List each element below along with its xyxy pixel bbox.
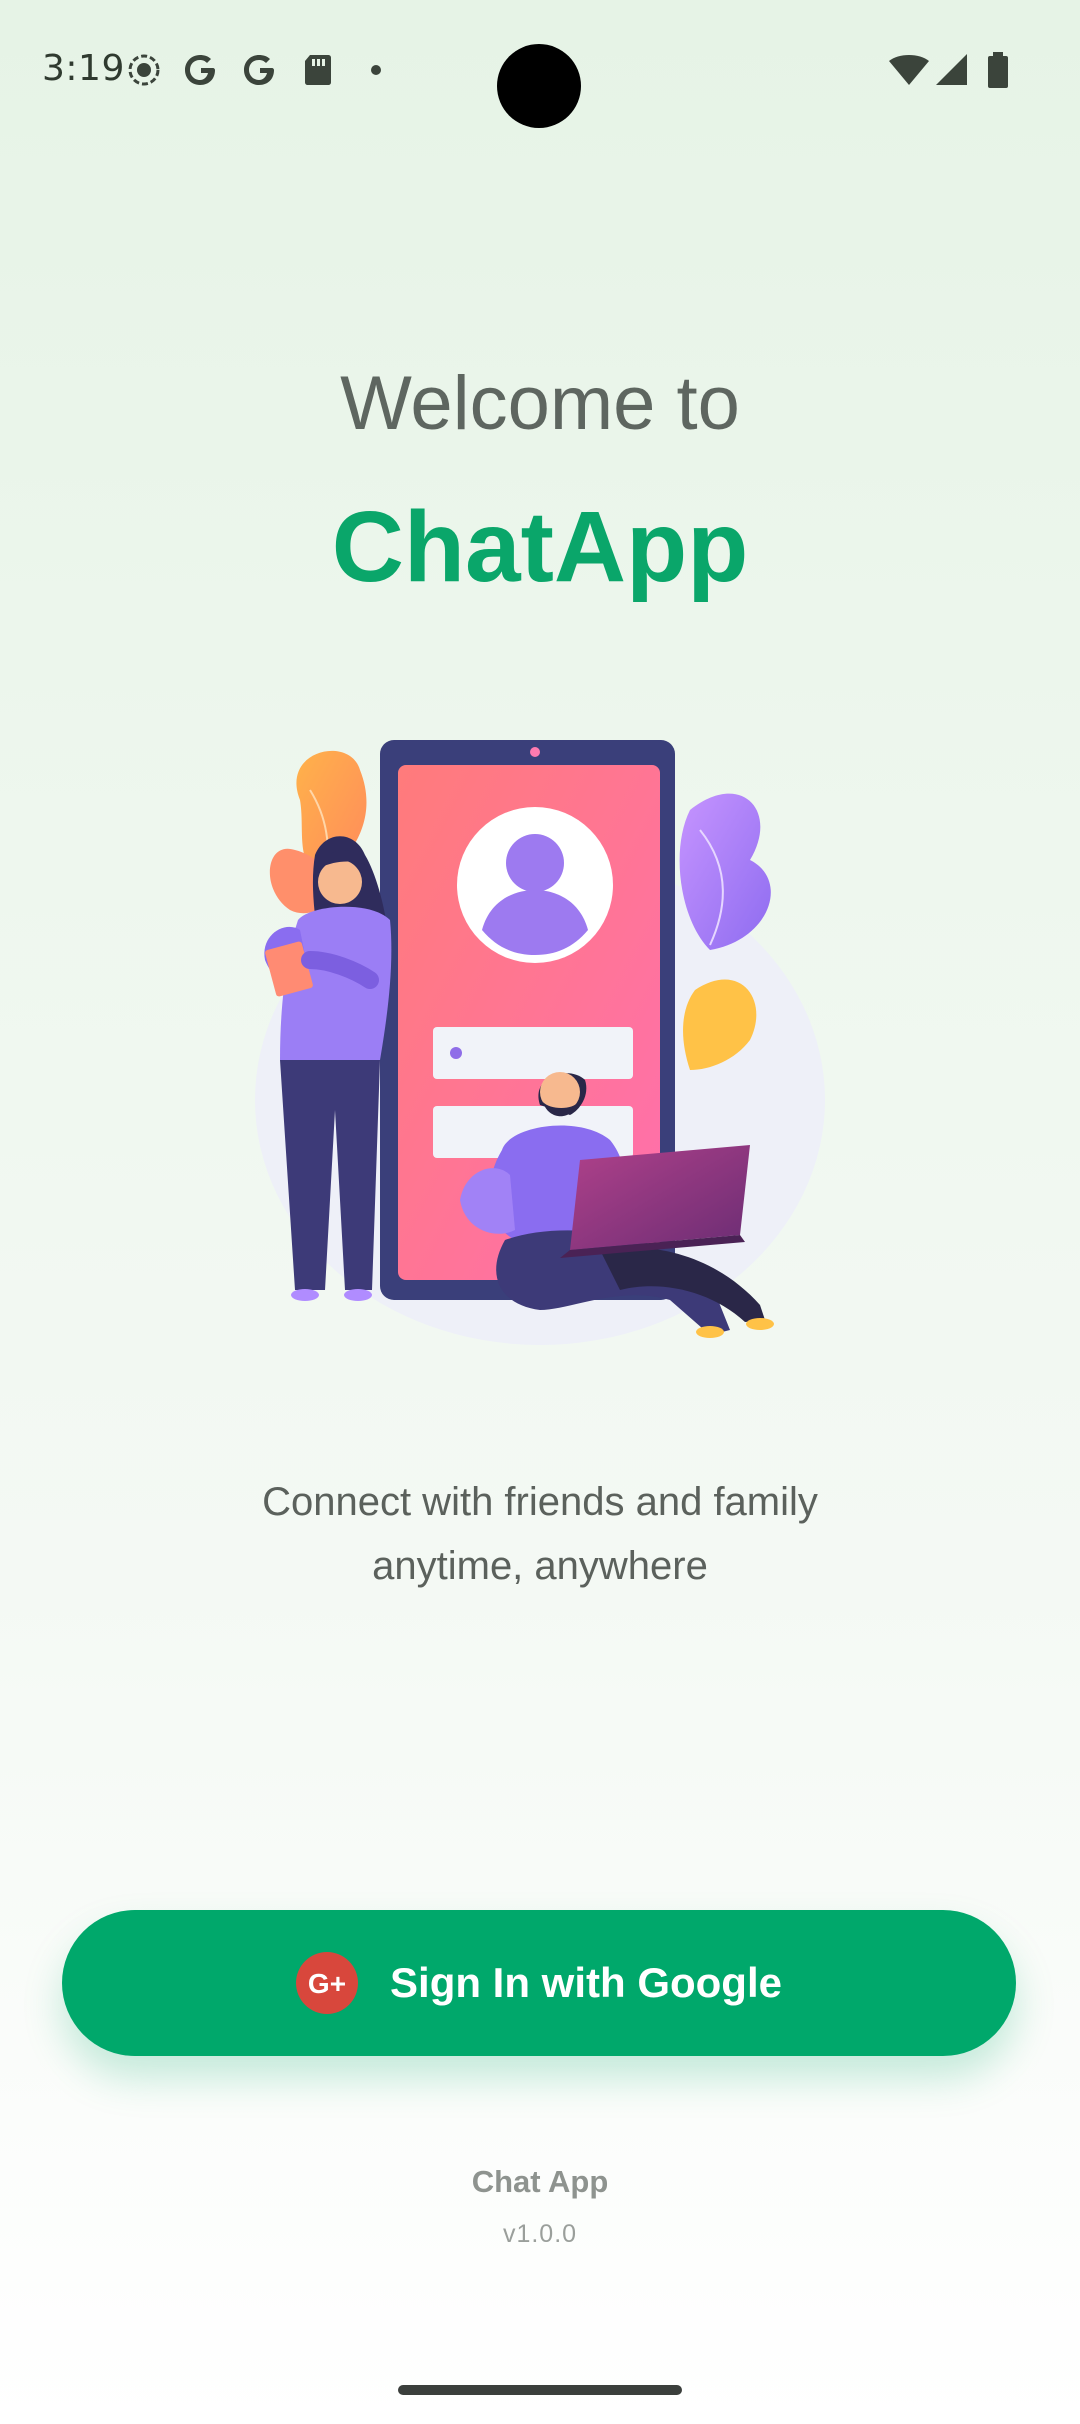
status-bar: 3:19 — [0, 0, 1080, 140]
google-plus-icon: G+ — [296, 1952, 359, 2014]
sign-in-with-google-button[interactable]: G+ Sign In with Google — [62, 1910, 1016, 2056]
footer-app-name: Chat App — [471, 2164, 609, 2199]
google-plus-icon-text: G+ — [308, 1968, 346, 1999]
battery-icon — [980, 52, 1016, 88]
dot-icon — [358, 52, 394, 88]
footer-version: v1.0.0 — [502, 2220, 578, 2248]
tagline: Connect with friends and family anytime,… — [140, 1470, 940, 1598]
status-time: 3:19 — [42, 48, 125, 89]
tagline-line-2: anytime, anywhere — [372, 1544, 708, 1588]
camera-cutout — [497, 44, 581, 128]
app-title: ChatApp — [331, 491, 749, 603]
sd-card-icon — [300, 52, 336, 88]
home-indicator[interactable] — [398, 2385, 682, 2395]
welcome-heading: Welcome to — [340, 361, 740, 446]
wifi-icon — [888, 52, 930, 88]
radio-button-icon — [126, 52, 162, 88]
sign-in-label: Sign In with Google — [390, 1959, 782, 2006]
google-g-icon — [183, 52, 219, 88]
tagline-line-1: Connect with friends and family — [262, 1480, 818, 1524]
login-illustration — [240, 730, 840, 1350]
signal-icon — [934, 52, 970, 88]
google-g-icon — [242, 52, 278, 88]
